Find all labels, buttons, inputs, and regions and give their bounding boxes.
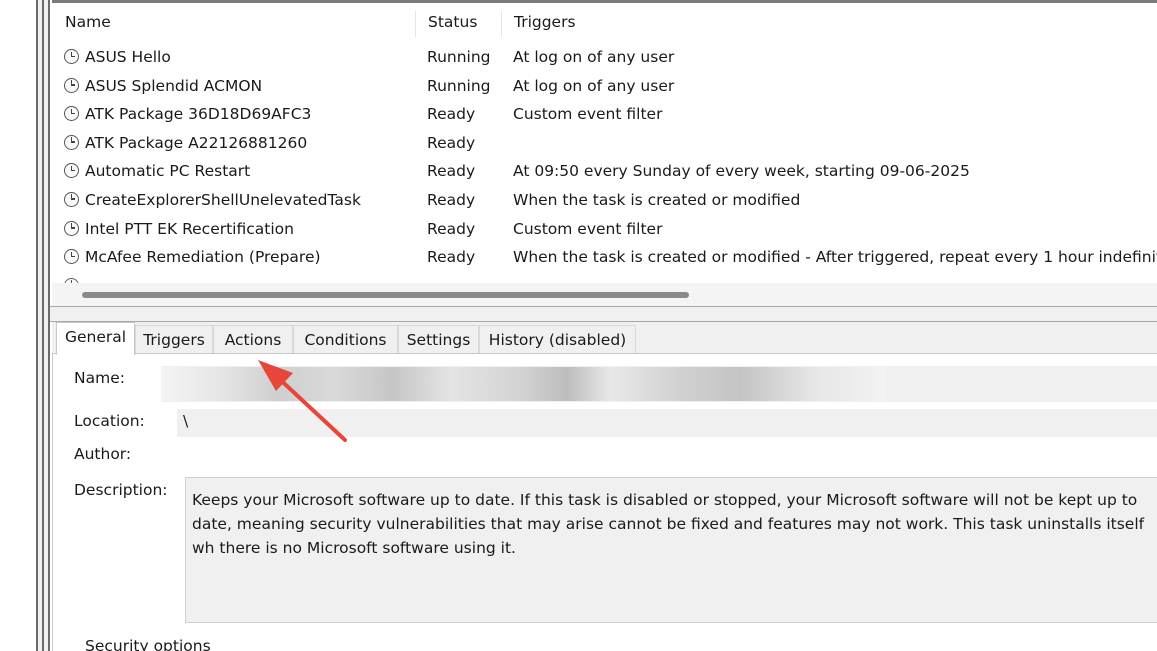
task-status: Ready [427, 190, 476, 209]
table-row[interactable]: ASUS Hello Running At log on of any user [52, 43, 1157, 72]
task-name: ASUS Hello [85, 48, 171, 66]
tab-triggers[interactable]: Triggers [135, 325, 213, 354]
column-header-name[interactable]: Name [52, 9, 415, 37]
location-field[interactable]: \ [177, 409, 1157, 437]
column-header-triggers[interactable]: Triggers [501, 9, 1157, 37]
table-row[interactable]: Intel PTT EK Recertification Ready Custo… [52, 215, 1157, 244]
task-trigger: When the task is created or modified - A… [513, 248, 1157, 267]
task-list[interactable]: Name Status Triggers ASUS Hello Running … [52, 0, 1157, 306]
clock-icon [64, 249, 79, 265]
description-label: Description: [74, 481, 168, 499]
task-rows: ASUS Hello Running At log on of any user… [52, 43, 1157, 286]
tab-settings[interactable]: Settings [398, 325, 479, 354]
table-row[interactable]: McAfee Remediation (Prepare) Ready When … [52, 243, 1157, 272]
clock-icon [64, 220, 79, 236]
task-name: Automatic PC Restart [85, 162, 251, 181]
clock-icon [64, 191, 79, 207]
table-row[interactable]: ATK Package 36D18D69AFC3 Ready Custom ev… [52, 100, 1157, 129]
table-row[interactable]: CreateExplorerShellUnelevatedTask Ready … [52, 186, 1157, 215]
task-status: Running [427, 76, 491, 95]
task-status: Ready [427, 248, 476, 267]
task-name: ATK Package A22126881260 [85, 133, 308, 152]
clock-icon [64, 163, 79, 179]
column-header-status[interactable]: Status [415, 9, 501, 37]
task-status: Ready [427, 105, 476, 124]
tab-bar: General Triggers Actions Conditions Sett… [52, 322, 1157, 355]
task-name: ASUS Splendid ACMON [85, 76, 263, 95]
pane-splitter[interactable] [50, 306, 1157, 322]
task-name: Intel PTT EK Recertification [85, 219, 294, 238]
task-status: Ready [427, 133, 476, 152]
tab-history[interactable]: History (disabled) [479, 325, 636, 354]
description-field[interactable]: Keeps your Microsoft software up to date… [185, 477, 1157, 623]
table-row[interactable]: ATK Package A22126881260 Ready [52, 129, 1157, 158]
security-options-label: Security options [83, 637, 213, 651]
task-trigger: At log on of any user [513, 76, 675, 95]
list-header: Name Status Triggers [52, 9, 1157, 37]
task-name: CreateExplorerShellUnelevatedTask [85, 190, 361, 209]
task-status: Ready [427, 219, 476, 238]
task-status: Running [427, 48, 491, 66]
general-tab-content: Name: Location: \ Author: Description: K… [52, 354, 1157, 651]
task-name: McAfee Remediation (Prepare) [85, 248, 321, 267]
task-trigger: When the task is created or modified [513, 190, 801, 209]
clock-icon [64, 49, 79, 64]
task-properties-pane: General Triggers Actions Conditions Sett… [52, 322, 1157, 651]
clock-icon [64, 77, 79, 93]
author-label: Author: [74, 445, 132, 463]
task-trigger: At log on of any user [513, 48, 675, 66]
tab-actions[interactable]: Actions [213, 325, 293, 354]
tab-conditions[interactable]: Conditions [293, 325, 398, 354]
task-trigger: Custom event filter [513, 105, 663, 124]
task-name: ATK Package 36D18D69AFC3 [85, 105, 312, 124]
tab-general[interactable]: General [56, 322, 135, 355]
clock-icon [64, 134, 79, 150]
name-field[interactable] [161, 366, 1157, 402]
window-left-border [36, 0, 50, 651]
location-label: Location: [74, 412, 145, 430]
clock-icon [64, 106, 79, 122]
table-row[interactable]: Automatic PC Restart Ready At 09:50 ever… [52, 157, 1157, 186]
horizontal-scrollbar[interactable] [52, 283, 1157, 306]
table-row[interactable]: ASUS Splendid ACMON Running At log on of… [52, 72, 1157, 101]
redacted-name-value [161, 367, 886, 401]
scrollbar-thumb[interactable] [82, 292, 689, 298]
task-trigger: Custom event filter [513, 219, 663, 238]
task-trigger: At 09:50 every Sunday of every week, sta… [513, 162, 970, 181]
task-status: Ready [427, 162, 476, 181]
location-value: \ [183, 412, 189, 430]
name-label: Name: [74, 369, 125, 387]
